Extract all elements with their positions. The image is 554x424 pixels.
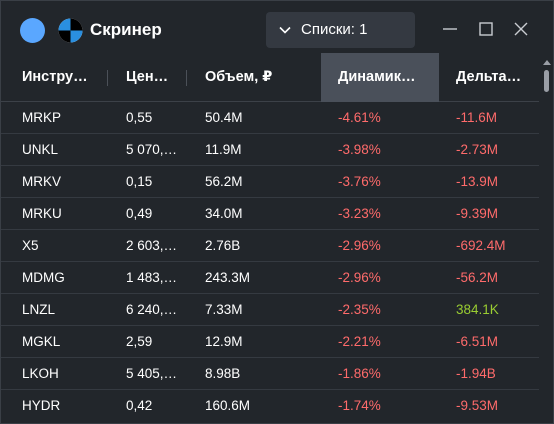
screener-window: Скринер Списки: 1 Инстру… Цен… Объем, ₽ … [0,0,554,424]
price-cell: 5 405,… [126,366,178,381]
column-header-ticker[interactable]: Инстру… [1,53,107,102]
price-cell: 1 483,… [126,270,178,285]
volume-cell: 160.6M [205,398,251,413]
change-cell: -3.76% [338,174,381,189]
change-cell: -1.74% [338,398,381,413]
scroll-up-arrow-icon[interactable] [543,60,551,65]
delta-cell: -9.53M [456,398,499,413]
delta-cell: -13.9M [456,174,499,189]
column-header-volume[interactable]: Объем, ₽ [187,53,320,102]
vertical-scrollbar[interactable] [541,58,553,423]
ticker-cell: HYDR [22,398,61,413]
minimize-button[interactable] [438,17,462,41]
delta-cell: -6.51M [456,334,499,349]
ticker-cell: LKOH [22,366,59,381]
ticker-cell: MRKP [22,110,62,125]
volume-cell: 7.33M [205,302,243,317]
delta-cell: -9.39M [456,206,499,221]
title-bar[interactable]: Скринер Списки: 1 [1,1,553,58]
price-cell: 0,42 [126,398,153,413]
volume-cell: 2.76B [205,238,241,253]
change-cell: -2.96% [338,270,381,285]
change-cell: -2.35% [338,302,381,317]
ticker-cell: UNKL [22,142,59,157]
window-title: Скринер [90,20,162,39]
quadrant-logo-icon [58,18,83,43]
close-icon [514,22,528,36]
delta-cell: -11.6M [456,110,498,125]
change-cell: -3.23% [338,206,381,221]
close-button[interactable] [509,17,533,41]
delta-cell: -692.4M [456,238,506,253]
volume-cell: 11.9M [205,142,242,157]
change-cell: -2.21% [338,334,381,349]
price-cell: 2 603,… [126,238,178,253]
price-cell: 2,59 [126,334,153,349]
column-header-price[interactable]: Цен… [108,53,186,102]
table-row[interactable]: LNZL 6 240,… 7.33M -2.35% 384.1K [1,294,539,326]
volume-cell: 12.9M [205,334,243,349]
price-cell: 0,49 [126,206,153,221]
change-cell: -3.98% [338,142,381,157]
maximize-button[interactable] [474,17,498,41]
lists-dropdown[interactable]: Списки: 1 [266,12,415,48]
price-cell: 5 070,… [126,142,178,157]
table-row[interactable]: MRKP 0,55 50.4M -4.61% -11.6M [1,102,539,134]
table-row[interactable]: MRKV 0,15 56.2M -3.76% -13.9M [1,166,539,198]
table-row[interactable]: HYDR 0,42 160.6M -1.74% -9.53M [1,390,539,422]
change-cell: -2.96% [338,238,381,253]
table-header: Инстру… Цен… Объем, ₽ Динамик… Дельта… [1,53,539,102]
ticker-cell: MRKV [22,174,62,189]
delta-cell: -2.73M [456,142,499,157]
ticker-cell: X5 [22,238,39,253]
price-cell: 0,55 [126,110,153,125]
chevron-down-icon [279,26,291,34]
delta-cell: -1.94B [456,366,496,381]
volume-cell: 8.98B [205,366,241,381]
ticker-cell: MDMG [22,270,65,285]
price-cell: 6 240,… [126,302,178,317]
volume-cell: 34.0M [205,206,243,221]
change-cell: -4.61% [338,110,381,125]
ticker-cell: LNZL [22,302,56,317]
table-row[interactable]: MRKU 0,49 34.0M -3.23% -9.39M [1,198,539,230]
ticker-cell: MGKL [22,334,61,349]
volume-cell: 243.3M [205,270,251,285]
maximize-icon [479,22,493,36]
volume-cell: 50.4M [205,110,243,125]
ticker-cell: MRKU [22,206,62,221]
lists-dropdown-label: Списки: 1 [301,21,368,38]
delta-cell: -56.2M [456,270,499,285]
table-row[interactable]: MDMG 1 483,… 243.3M -2.96% -56.2M [1,262,539,294]
price-cell: 0,15 [126,174,153,189]
table-row[interactable]: X5 2 603,… 2.76B -2.96% -692.4M [1,230,539,262]
app-circle-icon [20,18,45,43]
table-row[interactable]: LKOH 5 405,… 8.98B -1.86% -1.94B [1,358,539,390]
column-header-delta[interactable]: Дельта… [439,53,539,102]
table-row[interactable]: MGKL 2,59 12.9M -2.21% -6.51M [1,326,539,358]
minimize-icon [443,28,457,30]
scroll-thumb[interactable] [544,70,549,92]
table-row[interactable]: UNKL 5 070,… 11.9M -3.98% -2.73M [1,134,539,166]
change-cell: -1.86% [338,366,381,381]
volume-cell: 56.2M [205,174,243,189]
column-header-change[interactable]: Динамик… [321,53,439,102]
delta-cell: 384.1K [456,302,499,317]
